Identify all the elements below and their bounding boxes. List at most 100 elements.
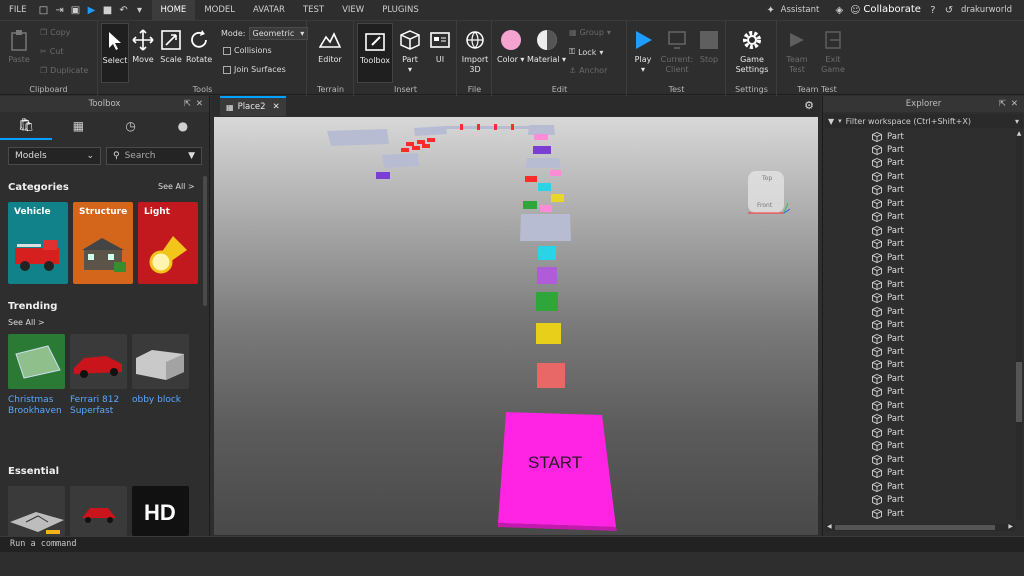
tab-test[interactable]: TEST	[294, 0, 333, 20]
team-test-button[interactable]: Team Test	[782, 27, 812, 75]
mode-dropdown[interactable]: Geometric ▾	[248, 27, 309, 40]
explorer-item-part[interactable]: Part	[823, 157, 904, 170]
close-icon[interactable]: ✕	[196, 96, 203, 112]
paste-button[interactable]: Paste	[6, 27, 32, 65]
essential-thumb-hd[interactable]: HD	[132, 486, 189, 536]
explorer-filter-input[interactable]: ▼ ▾ Filter workspace (Ctrl+Shift+X) ▾	[825, 114, 1023, 128]
explorer-item-part[interactable]: Part	[823, 170, 904, 183]
stop-button[interactable]: Stop	[696, 27, 722, 65]
essential-thumb-1[interactable]	[8, 486, 65, 536]
explorer-item-part[interactable]: Part	[823, 372, 904, 385]
explorer-item-part[interactable]: Part	[823, 467, 904, 480]
undock-icon[interactable]: ⇱	[999, 96, 1006, 112]
notifications-icon[interactable]: ◈	[831, 0, 847, 20]
tab-view[interactable]: VIEW	[333, 0, 373, 20]
explorer-item-part[interactable]: Part	[823, 480, 904, 493]
explorer-item-part[interactable]: Part	[823, 265, 904, 278]
scroll-right-icon[interactable]: ▶	[1008, 523, 1013, 530]
explorer-item-part[interactable]: Part	[823, 224, 904, 237]
collisions-toggle[interactable]: Collisions	[223, 46, 272, 55]
collaborate-button[interactable]: Collaborate	[863, 0, 925, 20]
view-cube[interactable]: Top Front	[744, 169, 791, 219]
tab-recent[interactable]: ◷	[105, 112, 157, 140]
trending-thumb-ferrari[interactable]	[70, 334, 127, 389]
explorer-item-part[interactable]: Part	[823, 319, 904, 332]
undock-icon[interactable]: ⇱	[184, 96, 191, 112]
explorer-item-part[interactable]: Part	[823, 494, 904, 507]
part-button[interactable]: Part ▾	[397, 27, 423, 75]
trending-label[interactable]: Christmas Brookhaven	[8, 395, 68, 417]
explorer-item-part[interactable]: Part	[823, 386, 904, 399]
explorer-item-part[interactable]: Part	[823, 426, 904, 439]
play-button[interactable]: Play ▾	[630, 27, 656, 75]
explorer-item-part[interactable]: Part	[823, 453, 904, 466]
tab-plugins[interactable]: PLUGINS	[373, 0, 428, 20]
explorer-item-part[interactable]: Part	[823, 143, 904, 156]
explorer-item-part[interactable]: Part	[823, 346, 904, 359]
explorer-item-part[interactable]: Part	[823, 130, 904, 143]
play-icon[interactable]: ▶	[84, 0, 100, 20]
hscroll-thumb[interactable]	[835, 525, 995, 530]
lock-button[interactable]: ⚿ Lock ▾	[569, 47, 603, 57]
save-icon[interactable]: ▣	[68, 0, 84, 20]
explorer-item-part[interactable]: Part	[823, 413, 904, 426]
category-card-vehicle[interactable]: Vehicle	[8, 202, 68, 284]
rotate-tool-button[interactable]: Rotate	[186, 27, 212, 65]
tab-marketplace[interactable]: 🛍	[0, 112, 53, 140]
explorer-item-part[interactable]: Part	[823, 238, 904, 251]
close-icon[interactable]: ✕	[1011, 96, 1018, 112]
quick-access-dropdown-icon[interactable]: ▾	[132, 0, 148, 20]
toolbox-button[interactable]: Toolbox	[357, 23, 393, 83]
explorer-item-part[interactable]: Part	[823, 197, 904, 210]
cut-button[interactable]: ✂ Cut	[40, 47, 64, 56]
share-icon[interactable]: ↺	[941, 0, 957, 20]
duplicate-button[interactable]: ❐ Duplicate	[40, 66, 88, 75]
essential-thumb-2[interactable]	[70, 486, 127, 536]
trending-label[interactable]: Ferrari 812 Superfast	[70, 395, 128, 417]
import-3d-button[interactable]: Import 3D	[459, 27, 491, 75]
scroll-thumb[interactable]	[1016, 362, 1022, 422]
explorer-item-part[interactable]: Part	[823, 211, 904, 224]
ui-button[interactable]: UI	[427, 27, 453, 65]
select-tool-button[interactable]: Select	[101, 23, 129, 83]
game-settings-button[interactable]: Game Settings	[731, 27, 773, 75]
exit-game-button[interactable]: Exit Game	[818, 27, 848, 75]
scroll-up-icon[interactable]: ▲	[1016, 130, 1022, 137]
tab-place2[interactable]: ▦ Place2 ✕	[220, 96, 286, 116]
gear-icon[interactable]: ⚙	[804, 99, 814, 112]
tab-avatar[interactable]: AVATAR	[244, 0, 294, 20]
chevron-down-icon[interactable]: ▾	[1015, 117, 1019, 126]
anchor-button[interactable]: ⚓ Anchor	[569, 66, 607, 75]
explorer-hscrollbar[interactable]: ◀ ▶	[825, 523, 1015, 531]
tab-inventory[interactable]: ▦	[52, 112, 104, 140]
join-surfaces-toggle[interactable]: Join Surfaces	[223, 65, 286, 74]
copy-button[interactable]: ❐ Copy	[40, 28, 70, 37]
move-tool-button[interactable]: Move	[130, 27, 156, 65]
assistant-button[interactable]: Assistant	[779, 0, 832, 20]
explorer-item-part[interactable]: Part	[823, 507, 904, 520]
category-card-light[interactable]: Light	[138, 202, 198, 284]
category-card-structure[interactable]: Structure	[73, 202, 133, 284]
terrain-editor-button[interactable]: Editor	[317, 27, 343, 65]
search-input[interactable]: ⚲ Search ▼	[106, 147, 202, 165]
tab-home[interactable]: HOME	[151, 0, 196, 20]
filter-icon[interactable]: ▼	[188, 151, 195, 161]
explorer-item-part[interactable]: Part	[823, 292, 904, 305]
undo-icon[interactable]: ↶	[116, 0, 132, 20]
trending-thumb-obby-block[interactable]	[132, 334, 189, 389]
3d-viewport[interactable]: START Top Front	[214, 117, 818, 535]
command-bar[interactable]: Run a command	[0, 536, 1024, 552]
tab-creations[interactable]: ●	[157, 112, 209, 140]
tab-model[interactable]: MODEL	[195, 0, 244, 20]
close-icon[interactable]: ✕	[273, 102, 280, 112]
explorer-item-part[interactable]: Part	[823, 332, 904, 345]
explorer-item-part[interactable]: Part	[823, 184, 904, 197]
stop-icon[interactable]: ■	[100, 0, 116, 20]
new-file-icon[interactable]: □	[36, 0, 52, 20]
trending-thumb-christmas-brookhaven[interactable]	[8, 334, 65, 389]
scale-tool-button[interactable]: Scale	[158, 27, 184, 65]
help-icon[interactable]: ?	[925, 0, 941, 20]
explorer-item-part[interactable]: Part	[823, 440, 904, 453]
categories-see-all-link[interactable]: See All >	[158, 182, 195, 191]
color-button[interactable]: Color ▾	[497, 27, 524, 65]
